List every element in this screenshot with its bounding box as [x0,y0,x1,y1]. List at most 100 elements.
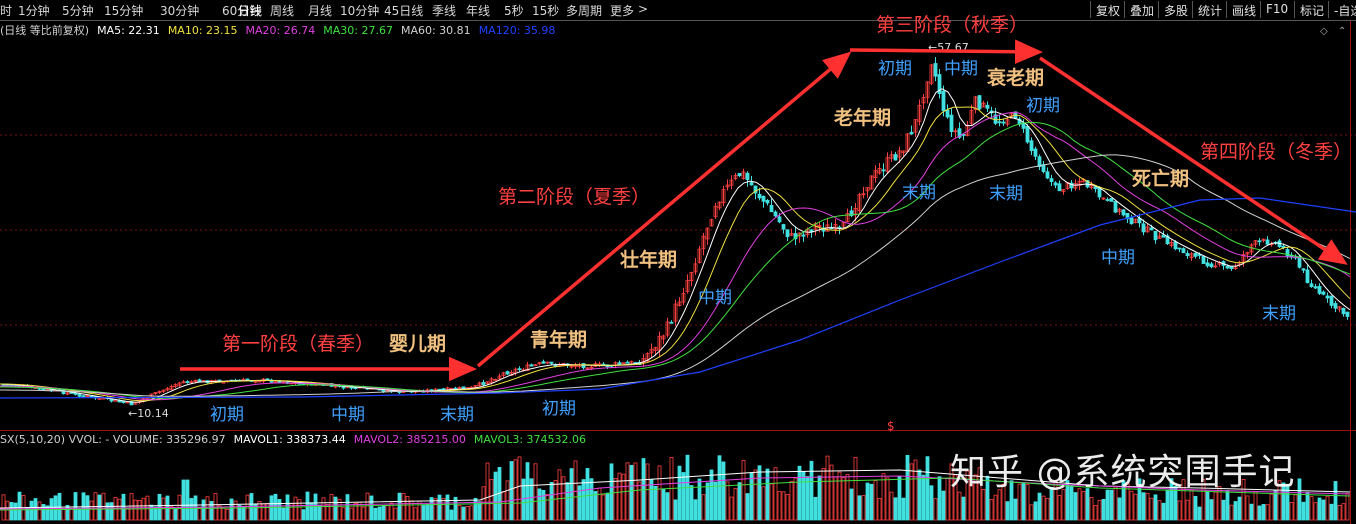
volume-bar [1329,503,1334,521]
volume-bar [1129,490,1134,521]
volume-bar [861,495,866,521]
volume-bar [433,498,438,521]
volume-bar [1301,501,1306,521]
volume-bar [865,482,870,521]
volume-bar [517,456,522,521]
volume-legend-item: MAVOL3: 374532.06 [473,433,587,446]
volume-bar [37,501,42,521]
volume-bar [585,468,590,521]
volume-bar [461,506,466,521]
chart-annotation: 初期 [542,399,576,419]
volume-bar [829,464,834,521]
volume-bar [757,465,762,521]
volume-bar [117,498,122,521]
volume-bar [9,502,14,521]
volume-bar [421,504,426,521]
volume-bar [533,463,538,521]
volume-bar [961,496,966,521]
volume-bar [689,485,694,521]
chart-annotation: 衰老期 [986,66,1044,89]
volume-bar [133,499,138,521]
candle-body [1105,199,1110,201]
candle-body [749,182,754,186]
volume-bar [713,481,718,521]
volume-bar [937,476,942,521]
candle-body [1225,265,1230,269]
volume-bar [1197,506,1202,521]
candle-body [1025,126,1030,143]
volume-bar [709,469,714,521]
volume-bar [629,464,634,521]
volume-bar [317,504,322,521]
volume-bar [1209,499,1214,521]
volume-bar [717,455,722,521]
candle-body [1185,253,1190,257]
volume-bar [733,488,738,521]
volume-bar [1041,495,1046,521]
volume-bar [1269,493,1274,521]
candle-body [1049,178,1054,183]
volume-bar [617,472,622,521]
volume-bar [745,493,750,521]
volume-bar [817,475,822,521]
volume-bar [1161,502,1166,521]
chart-annotation: 婴儿期 [389,333,446,355]
candle-body [1305,269,1310,284]
volume-bar [569,468,574,521]
chart-annotation: 第一阶段（春季） [222,333,374,355]
volume-bar [565,482,570,521]
volume-bar [1029,504,1034,521]
volume-legend-item: SX(5,10,20) VVOL: - VOLUME: 335296.97 [0,433,226,446]
volume-bar [185,479,190,521]
candle-body [1193,252,1198,257]
candle-body [1317,285,1322,294]
volume-bar [373,507,378,521]
candle-body [265,378,270,381]
volume-bar [17,491,22,521]
volume-bar [941,490,946,521]
candle-body [1333,303,1338,309]
candle-body [769,205,774,213]
volume-bar [1205,490,1210,521]
volume-bar [589,478,594,521]
volume-bar [521,478,526,521]
volume-bar [737,482,742,521]
volume-bar [921,474,926,521]
volume-bar [697,478,702,521]
chart-annotation: 第四阶段（冬季） [1200,141,1352,163]
volume-bar [1253,491,1258,521]
volume-bar [657,465,662,521]
candle-body [121,400,126,404]
candle-body [1205,262,1210,267]
volume-bar [361,506,366,521]
volume-bar [741,460,746,521]
candle-body [625,361,630,364]
candle-body [1301,268,1306,271]
candle-body [773,211,778,217]
volume-bar [925,456,930,521]
volume-bar [989,498,994,521]
chart-annotation: 死亡期 [1132,167,1189,190]
volume-bar [765,468,770,521]
volume-bar [605,492,610,521]
volume-bar [513,459,518,521]
volume-bar [793,477,798,521]
volume-bar [69,508,74,521]
candle-body [1229,266,1234,270]
volume-bar [29,500,34,521]
volume-bar [813,496,818,521]
volume-bar [525,462,530,521]
volume-bar [553,480,558,521]
candle-body [1037,156,1042,167]
candle-body [1201,255,1206,264]
candle-body [1001,121,1006,124]
candle-body [881,169,886,172]
candle-body [41,388,46,391]
volume-bar [1081,491,1086,521]
volume-bar [165,495,170,521]
volume-bar [97,494,102,521]
candle-body [785,229,790,238]
candle-body [541,361,546,364]
volume-bar [1293,494,1298,521]
candle-body [581,363,586,369]
